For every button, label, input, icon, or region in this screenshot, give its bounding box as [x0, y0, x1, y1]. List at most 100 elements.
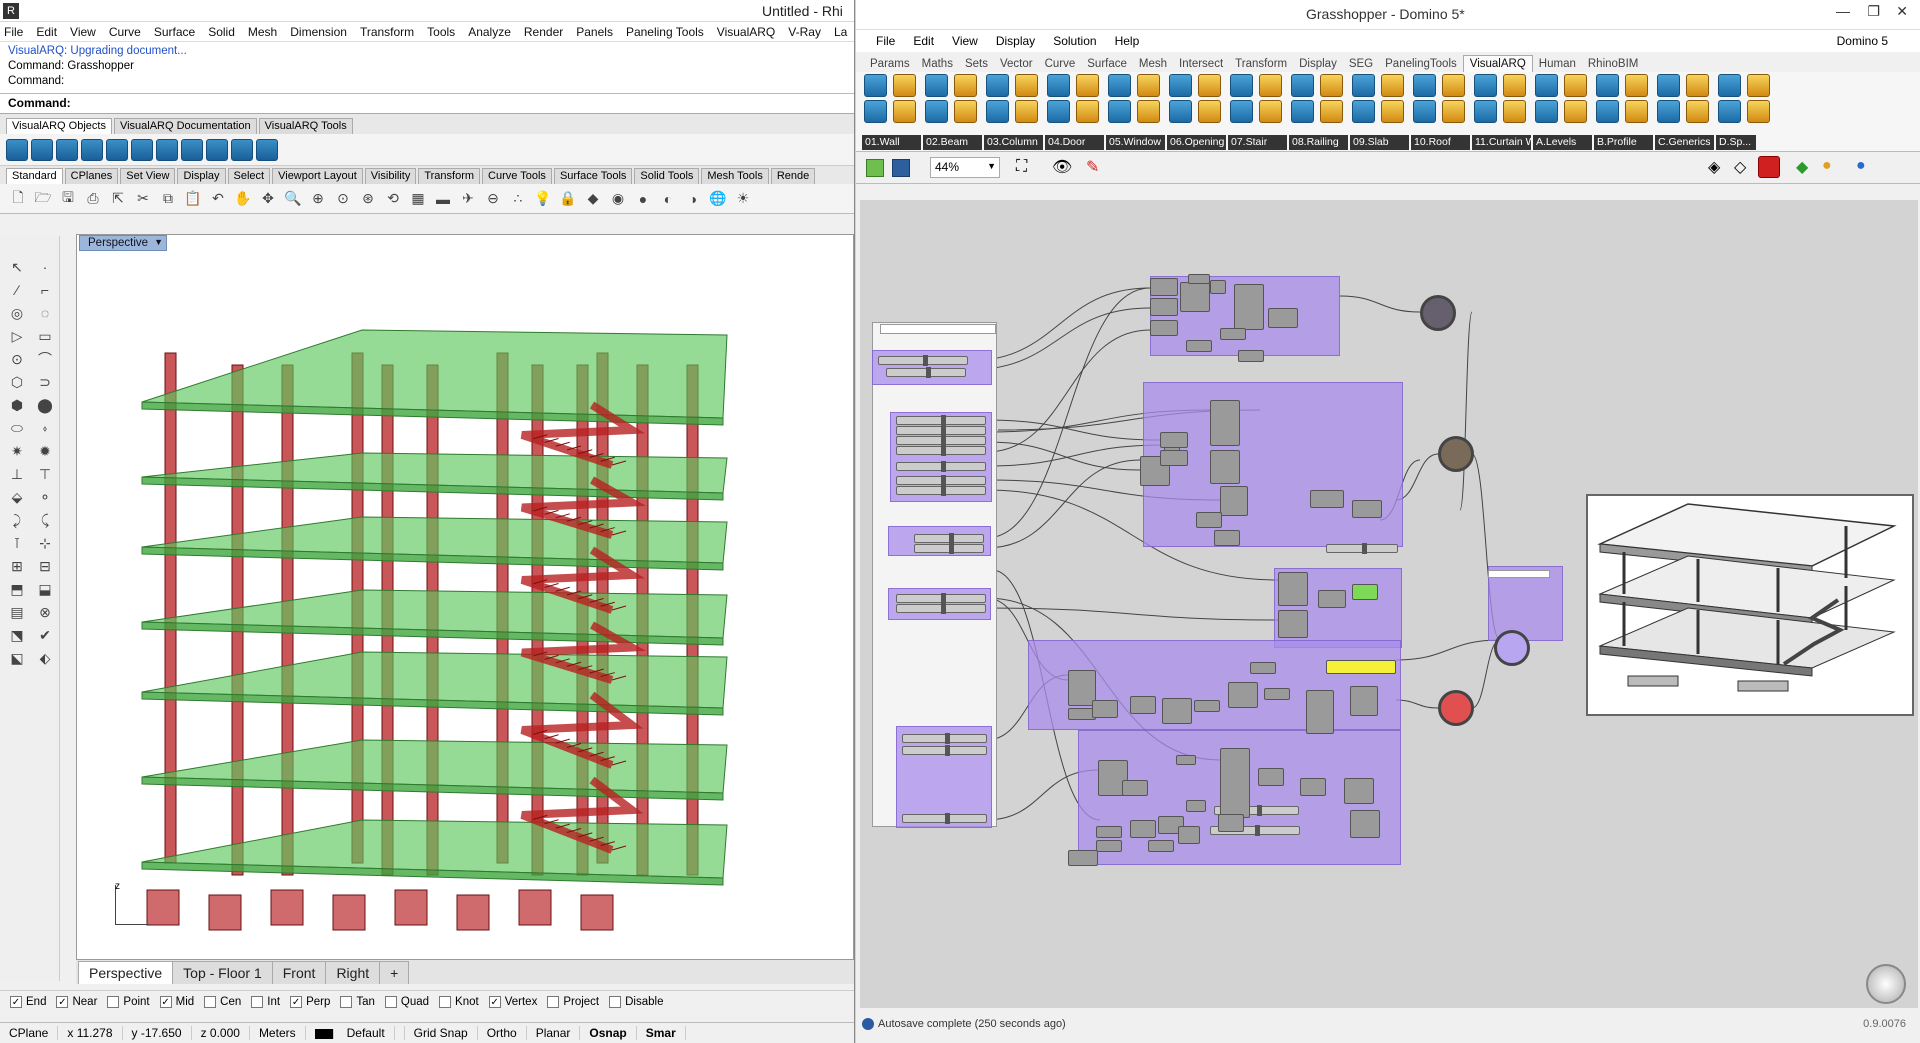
tab-curve-tools[interactable]: Curve Tools — [482, 168, 552, 184]
gh-component[interactable] — [1096, 826, 1122, 838]
gh-component[interactable] — [1350, 810, 1380, 838]
component-icon[interactable] — [1381, 74, 1404, 97]
gh-component[interactable] — [1214, 530, 1240, 546]
output-panel[interactable] — [1488, 570, 1550, 578]
osnap-disable[interactable]: Disable — [609, 995, 663, 1008]
gh-tab-mesh[interactable]: Mesh — [1133, 56, 1173, 72]
component-icon[interactable] — [1015, 100, 1038, 123]
component-icon[interactable] — [1169, 74, 1192, 97]
viewport-title[interactable]: Perspective ▼ — [79, 235, 168, 251]
zoom-extents-icon[interactable]: ⛶ — [1016, 158, 1027, 176]
tab-visualarq-objects[interactable]: VisualARQ Objects — [6, 118, 112, 134]
number-slider[interactable] — [902, 813, 987, 824]
left-tool-icon[interactable]: ∕ — [6, 279, 28, 301]
component-icon[interactable] — [1352, 74, 1375, 97]
gh-component[interactable] — [1196, 512, 1222, 528]
gh-menu-file[interactable]: File — [876, 34, 895, 48]
left-tool-icon[interactable]: ⬓ — [34, 578, 56, 600]
osnap-checkbox[interactable] — [384, 995, 397, 1008]
tab-cplanes[interactable]: CPlanes — [64, 168, 119, 184]
component-icon[interactable] — [1596, 74, 1619, 97]
component-icon[interactable] — [1230, 100, 1253, 123]
number-slider[interactable] — [914, 533, 984, 544]
cut-icon[interactable]: ✂ — [133, 189, 153, 209]
ribbon-group-label[interactable]: 08.Railing — [1289, 135, 1348, 150]
zoom-select[interactable]: 44% ▼ — [930, 157, 1000, 178]
tab-render[interactable]: Rende — [770, 168, 816, 184]
component-icon[interactable] — [1230, 74, 1253, 97]
left-tool-icon[interactable]: ✹ — [34, 440, 56, 462]
left-tool-icon[interactable]: ⊞ — [6, 555, 28, 577]
selected-preview-icon[interactable] — [1758, 156, 1780, 178]
tab-visualarq-documentation[interactable]: VisualARQ Documentation — [113, 118, 257, 134]
number-slider[interactable] — [896, 445, 986, 456]
solver-sphere-icon[interactable]: ● — [1856, 157, 1866, 175]
component-icon[interactable] — [1259, 74, 1282, 97]
left-tool-icon[interactable]: ⊤ — [34, 463, 56, 485]
menu-surface[interactable]: Surface — [154, 25, 195, 39]
gh-component[interactable] — [1150, 298, 1178, 316]
component-icon[interactable] — [1564, 74, 1587, 97]
osnap-checkbox[interactable]: ✓ — [159, 995, 172, 1008]
left-tool-icon[interactable]: ⬡ — [6, 371, 28, 393]
gh-component[interactable] — [1234, 284, 1264, 330]
number-slider[interactable] — [886, 367, 966, 378]
osnap-near[interactable]: ✓ Near — [56, 995, 97, 1008]
roof-tool-icon[interactable] — [256, 138, 278, 161]
light-icon[interactable]: 💡 — [533, 189, 553, 209]
menu-la[interactable]: La — [834, 25, 847, 39]
component-icon[interactable] — [1718, 100, 1741, 123]
units-label[interactable]: Meters — [250, 1026, 306, 1040]
gh-tab-intersect[interactable]: Intersect — [1173, 56, 1229, 72]
gh-component[interactable] — [1130, 820, 1156, 838]
gh-component[interactable] — [1238, 350, 1264, 362]
osnap-checkbox[interactable] — [340, 995, 353, 1008]
gh-tab-display[interactable]: Display — [1293, 56, 1343, 72]
left-tool-icon[interactable]: ▭ — [34, 325, 56, 347]
tab-set-view[interactable]: Set View — [120, 168, 176, 184]
gh-component[interactable] — [1318, 590, 1346, 608]
gh-tab-vector[interactable]: Vector — [994, 56, 1039, 72]
open-file-icon[interactable]: 🗁 — [33, 189, 53, 209]
grid-snap-toggle[interactable]: Grid Snap — [405, 1026, 478, 1040]
menu-mesh[interactable]: Mesh — [248, 25, 277, 39]
component-icon[interactable] — [1747, 100, 1770, 123]
plane-icon[interactable]: ✈ — [458, 189, 478, 209]
component-icon[interactable] — [1015, 74, 1038, 97]
component-icon[interactable] — [1198, 100, 1221, 123]
gh-component[interactable] — [1268, 308, 1298, 328]
gh-component[interactable] — [1278, 610, 1308, 638]
gh-component[interactable] — [1218, 814, 1244, 832]
gh-menu-edit[interactable]: Edit — [913, 34, 934, 48]
component-icon[interactable] — [1657, 100, 1680, 123]
slab-tool-icon[interactable] — [231, 138, 253, 161]
component-icon[interactable] — [1259, 100, 1282, 123]
component-icon[interactable] — [1686, 74, 1709, 97]
ortho-toggle[interactable]: Ortho — [478, 1026, 527, 1040]
left-tool-icon[interactable]: ⬕ — [6, 647, 28, 669]
tab-select[interactable]: Select — [227, 168, 271, 184]
left-tool-icon[interactable]: ⊙ — [6, 348, 28, 370]
rotate-view-icon[interactable]: ⟲ — [383, 189, 403, 209]
gh-component[interactable] — [1148, 840, 1174, 852]
car-icon[interactable]: ▬ — [433, 189, 453, 209]
door-tool-icon[interactable] — [106, 138, 128, 161]
gh-menu-display[interactable]: Display — [996, 34, 1035, 48]
left-tool-icon[interactable]: ▤ — [6, 601, 28, 623]
gh-component[interactable] — [1130, 696, 1156, 714]
left-tool-icon[interactable]: ⊃ — [34, 371, 56, 393]
left-tool-icon[interactable]: ⬢ — [6, 394, 28, 416]
left-tool-icon[interactable]: ⬔ — [6, 624, 28, 646]
left-tool-icon[interactable]: ⤹ — [34, 509, 56, 531]
gh-tab-human[interactable]: Human — [1533, 56, 1582, 72]
gh-tab-visualarq[interactable]: VisualARQ — [1462, 55, 1533, 72]
grasshopper-canvas[interactable] — [860, 200, 1918, 1008]
tab-front[interactable]: Front — [271, 961, 327, 984]
component-icon[interactable] — [986, 74, 1009, 97]
component-icon[interactable] — [1320, 74, 1343, 97]
ribbon-group-label[interactable]: 02.Beam — [923, 135, 982, 150]
rhino-app-icon[interactable]: R — [3, 3, 19, 19]
document-name[interactable]: Domino 5 — [1837, 34, 1888, 48]
component-icon[interactable] — [1686, 100, 1709, 123]
menu-dimension[interactable]: Dimension — [290, 25, 347, 39]
